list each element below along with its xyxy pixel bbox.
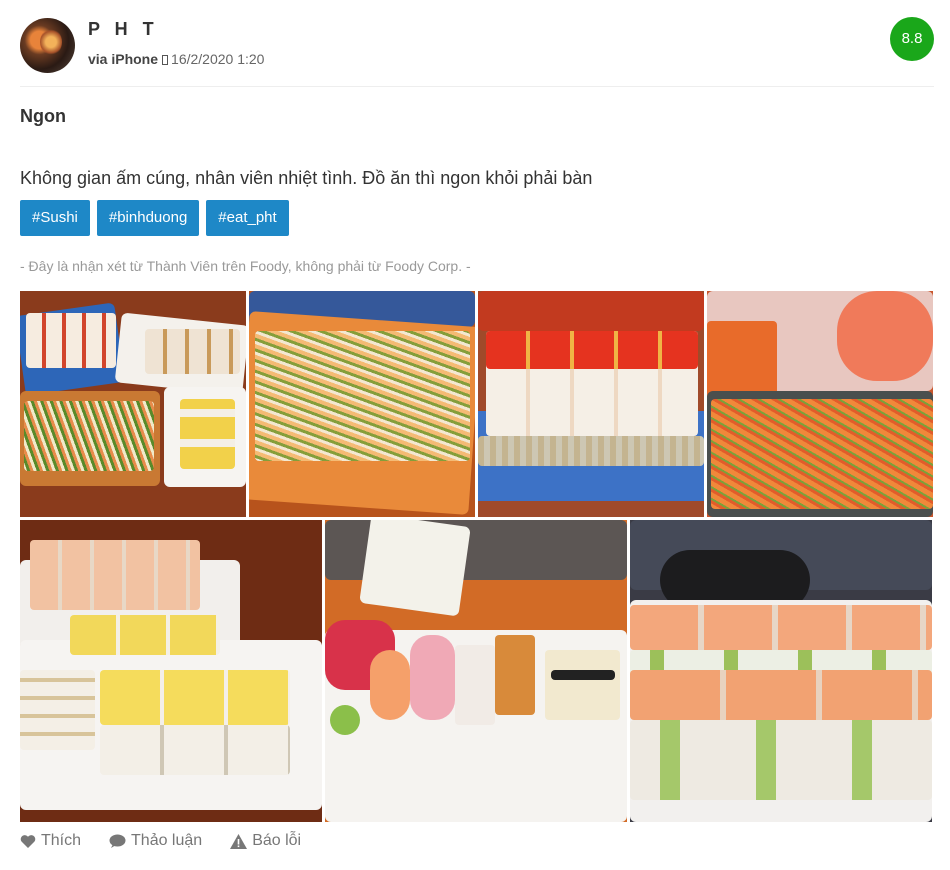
tag-binhduong[interactable]: #binhduong	[96, 200, 200, 236]
tag-eat-pht[interactable]: #eat_pht	[206, 200, 289, 236]
review-photo-4[interactable]	[707, 291, 933, 517]
disclaimer: - Đây là nhận xét từ Thành Viên trên Foo…	[20, 258, 471, 274]
review-meta: via iPhone 16/2/2020 1:20	[88, 51, 264, 67]
like-label: Thích	[41, 832, 82, 849]
warning-icon	[230, 833, 248, 849]
action-bar: Thích Thảo luận Báo lỗi	[20, 832, 301, 850]
review-photo-3[interactable]	[478, 291, 704, 517]
avatar[interactable]	[20, 18, 75, 73]
username[interactable]: P H T	[88, 19, 159, 40]
tag-sushi[interactable]: #Sushi	[20, 200, 90, 236]
review-photo-5[interactable]	[20, 520, 322, 822]
score-badge: 8.8	[890, 17, 934, 61]
review-photo-7[interactable]	[630, 520, 932, 822]
discuss-button[interactable]: Thảo luận	[109, 832, 202, 850]
review-date: 16/2/2020 1:20	[171, 51, 265, 67]
review-header: P H T via iPhone 16/2/2020 1:20 8.8	[20, 17, 934, 87]
like-button[interactable]: Thích	[20, 832, 81, 850]
tag-list: #Sushi #binhduong #eat_pht	[20, 200, 289, 236]
report-label: Báo lỗi	[252, 832, 302, 849]
device-label: via iPhone	[88, 51, 159, 67]
review-photo-2[interactable]	[249, 291, 475, 517]
review-photo-1[interactable]	[20, 291, 246, 517]
review-body: Không gian ấm cúng, nhân viên nhiệt tình…	[20, 168, 593, 188]
review-photo-6[interactable]	[325, 520, 627, 822]
review-title: Ngon	[20, 106, 66, 126]
report-button[interactable]: Báo lỗi	[230, 832, 301, 850]
discuss-label: Thảo luận	[131, 832, 203, 849]
comment-icon	[109, 834, 126, 848]
phone-icon	[162, 55, 169, 65]
heart-icon	[20, 834, 36, 848]
